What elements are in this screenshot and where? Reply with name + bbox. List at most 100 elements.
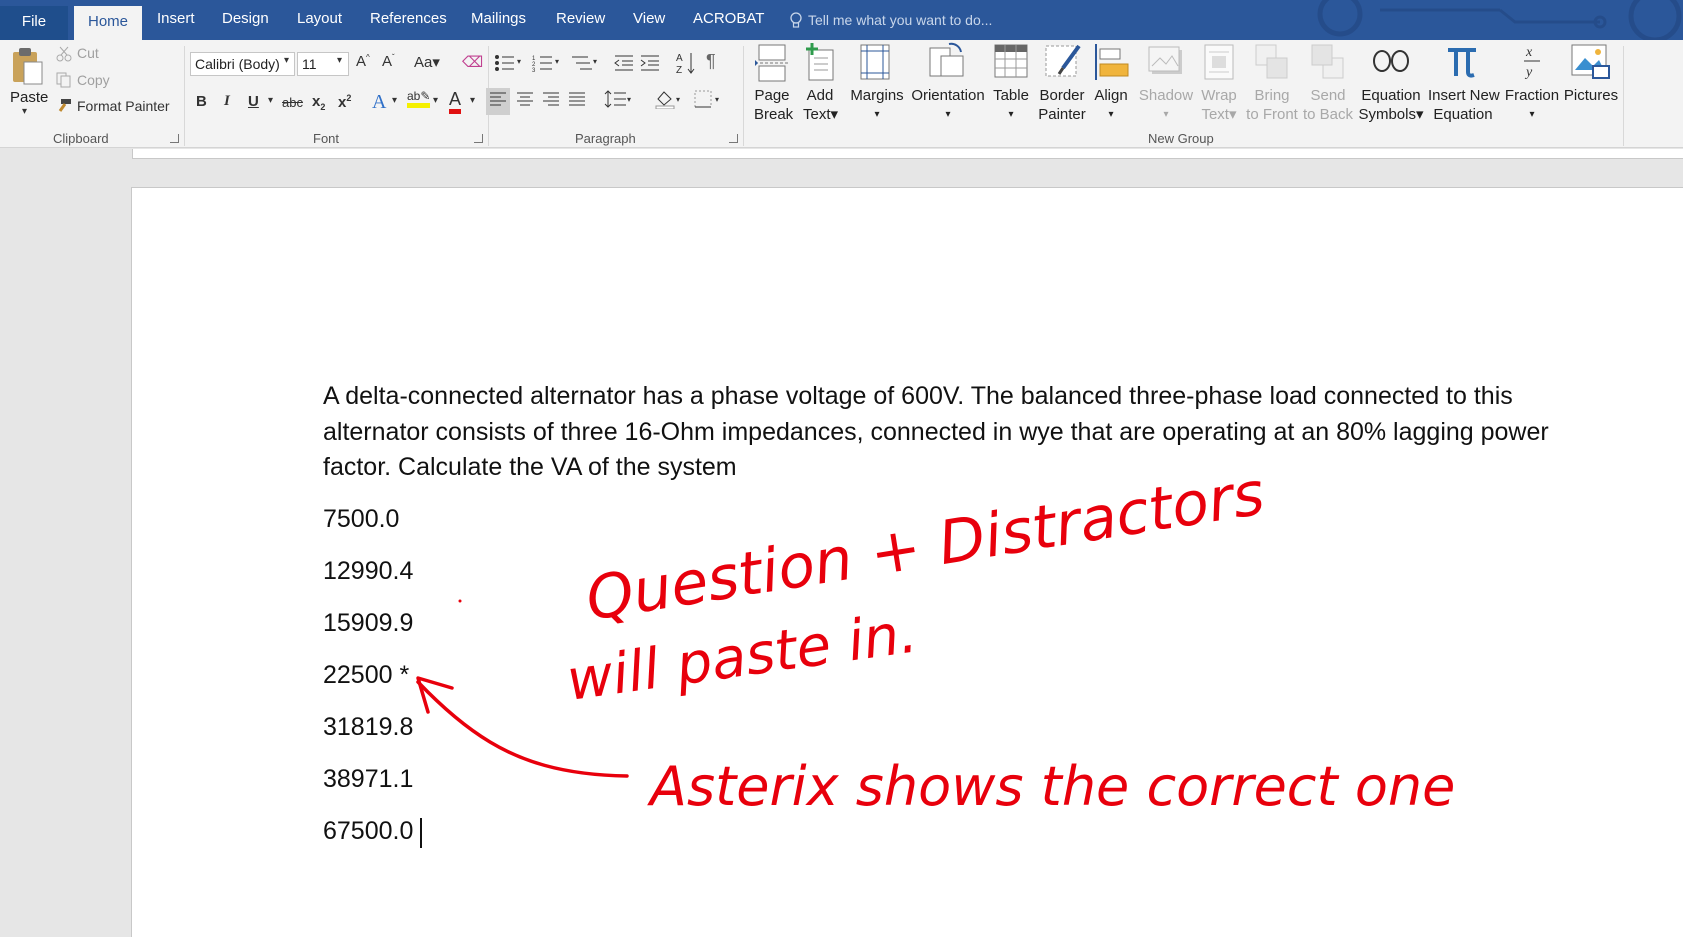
cut-button[interactable]: Cut <box>77 45 99 61</box>
answer-option[interactable]: 7500.0 <box>323 505 399 534</box>
answer-option-correct[interactable]: 22500 * <box>323 661 409 690</box>
tab-file[interactable]: File <box>0 6 68 40</box>
tab-design[interactable]: Design <box>222 10 269 27</box>
bold-icon[interactable]: B <box>196 93 207 110</box>
shading-icon[interactable]: ▾ <box>654 89 684 114</box>
format-painter-icon <box>56 98 72 119</box>
font-size-dropdown-icon[interactable]: ▾ <box>337 55 342 66</box>
shadow-icon <box>1148 46 1184 81</box>
bring-to-front-button[interactable]: Bring to Front <box>1244 86 1300 124</box>
group-divider <box>1623 46 1624 146</box>
orientation-button[interactable]: Orientation ▾ <box>907 86 989 124</box>
numbering-icon[interactable]: 1 2 3 ▾ <box>532 54 562 77</box>
subscript-icon[interactable]: x2 <box>312 93 325 112</box>
font-launcher-icon[interactable] <box>474 134 483 143</box>
align-center-icon[interactable] <box>516 91 534 112</box>
clipboard-group-label: Clipboard <box>53 131 109 146</box>
answer-option[interactable]: 31819.8 <box>323 713 413 742</box>
show-formatting-marks-icon[interactable]: ¶ <box>706 51 716 72</box>
paragraph-launcher-icon[interactable] <box>729 134 738 143</box>
strikethrough-icon[interactable]: abc <box>282 95 303 110</box>
bullets-icon[interactable]: ▾ <box>494 54 524 77</box>
group-divider <box>184 46 185 146</box>
line-spacing-icon[interactable]: ▾ <box>604 89 634 114</box>
multilevel-list-icon[interactable]: ▾ <box>570 54 600 77</box>
wrap-text-button[interactable]: Wrap Text▾ <box>1198 86 1240 124</box>
pi-icon <box>1445 42 1479 85</box>
svg-text:3: 3 <box>532 68 536 72</box>
paste-icon[interactable] <box>10 46 44 91</box>
align-objects-icon <box>1094 44 1130 85</box>
add-text-button[interactable]: Add Text▾ <box>803 86 838 124</box>
italic-icon[interactable]: I <box>224 93 230 110</box>
equation-symbols-button[interactable]: Equation Symbols▾ <box>1356 86 1426 124</box>
svg-text:▾: ▾ <box>517 57 521 66</box>
align-button[interactable]: Align ▾ <box>1090 86 1132 124</box>
clipboard-launcher-icon[interactable] <box>170 134 179 143</box>
copy-icon <box>56 72 72 93</box>
decrease-indent-icon[interactable] <box>614 54 634 77</box>
underline-dropdown-icon[interactable]: ▾ <box>268 95 273 106</box>
highlight-dropdown-icon[interactable]: ▾ <box>433 95 438 106</box>
copy-button[interactable]: Copy <box>77 72 110 88</box>
increase-indent-icon[interactable] <box>640 54 660 77</box>
margins-icon <box>860 44 890 85</box>
paste-dropdown-icon[interactable]: ▾ <box>22 106 27 117</box>
svg-text:▾: ▾ <box>627 95 631 104</box>
tab-acrobat[interactable]: ACROBAT <box>693 10 764 27</box>
send-to-back-icon <box>1311 44 1345 85</box>
shadow-button[interactable]: Shadow ▾ <box>1136 86 1196 124</box>
orientation-icon <box>929 42 965 85</box>
fraction-button[interactable]: Fraction ▾ <box>1502 86 1562 124</box>
tab-insert[interactable]: Insert <box>157 10 195 27</box>
borders-icon[interactable]: ▾ <box>694 89 724 114</box>
tab-layout[interactable]: Layout <box>297 10 342 27</box>
tab-references[interactable]: References <box>370 10 447 27</box>
tab-home[interactable]: Home <box>74 6 143 40</box>
page-break-button[interactable]: Page Break <box>754 86 793 124</box>
table-button[interactable]: Table ▾ <box>990 86 1032 124</box>
tab-mailings[interactable]: Mailings <box>471 10 526 27</box>
send-to-back-button[interactable]: Send to Back <box>1300 86 1356 124</box>
svg-text:▾: ▾ <box>555 57 559 66</box>
font-name-dropdown-icon[interactable]: ▾ <box>284 55 289 66</box>
lightbulb-icon <box>789 12 803 35</box>
question-text[interactable]: A delta-connected alternator has a phase… <box>323 379 1593 486</box>
highlight-icon[interactable]: ab✎ <box>407 89 431 108</box>
pictures-button[interactable]: Pictures <box>1560 86 1622 105</box>
new-group-label: New Group <box>1148 131 1214 146</box>
fraction-icon: xy <box>1522 42 1542 85</box>
tell-me-search[interactable]: Tell me what you want to do... <box>808 12 992 28</box>
font-name-box[interactable]: Calibri (Body) <box>190 52 295 76</box>
shrink-font-icon[interactable]: Aˇ <box>382 53 395 70</box>
border-painter-button[interactable]: Border Painter <box>1036 86 1088 124</box>
underline-icon[interactable]: U <box>248 93 259 110</box>
paste-button[interactable]: Paste <box>10 88 48 107</box>
tab-view[interactable]: View <box>633 10 665 27</box>
ribbon-home: Paste ▾ Cut Copy Format Painter Clipboar… <box>0 40 1683 148</box>
answer-option[interactable]: 12990.4 <box>323 557 413 586</box>
grow-font-icon[interactable]: A^ <box>356 53 370 70</box>
text-cursor <box>420 818 422 848</box>
format-painter-button[interactable]: Format Painter <box>77 98 170 114</box>
align-right-icon[interactable] <box>542 91 560 112</box>
text-effects-dropdown-icon[interactable]: ▾ <box>392 95 397 106</box>
font-color-icon[interactable]: A <box>449 89 462 114</box>
text-effects-icon[interactable]: A <box>372 91 386 114</box>
change-case-icon[interactable]: Aa▾ <box>414 53 440 71</box>
tab-review[interactable]: Review <box>556 10 605 27</box>
answer-option[interactable]: 67500.0 <box>323 817 413 846</box>
font-color-dropdown-icon[interactable]: ▾ <box>470 95 475 106</box>
svg-text:▾: ▾ <box>715 95 719 104</box>
justify-icon[interactable] <box>568 91 586 112</box>
bring-to-front-icon <box>1255 44 1289 85</box>
insert-new-equation-button[interactable]: Insert New Equation <box>1428 86 1500 124</box>
clear-formatting-icon[interactable]: ⌫ <box>462 53 483 71</box>
sort-icon[interactable]: AZ <box>676 51 696 80</box>
add-text-icon <box>804 42 836 87</box>
align-left-icon[interactable] <box>486 88 510 115</box>
superscript-icon[interactable]: x2 <box>338 93 351 111</box>
answer-option[interactable]: 38971.1 <box>323 765 413 794</box>
answer-option[interactable]: 15909.9 <box>323 609 413 638</box>
margins-button[interactable]: Margins ▾ <box>850 86 904 124</box>
